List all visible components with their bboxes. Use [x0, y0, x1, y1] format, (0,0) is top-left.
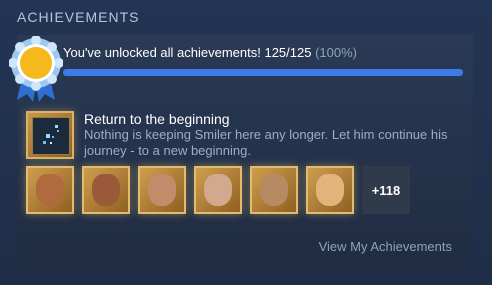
gears-face-icon[interactable]	[250, 166, 298, 214]
two-faces-icon[interactable]	[26, 166, 74, 214]
portrait-face	[92, 174, 120, 206]
progress-percent: (100%)	[315, 45, 358, 60]
portrait-face	[316, 174, 344, 206]
perfect-game-medal-icon	[9, 36, 63, 102]
portrait-face	[204, 174, 232, 206]
featured-achievement-title: Return to the beginning	[84, 111, 230, 127]
section-title: ACHIEVEMENTS	[17, 9, 140, 25]
view-achievements-link[interactable]: View My Achievements	[319, 239, 452, 254]
featured-achievement-icon[interactable]	[26, 111, 74, 159]
woman-face-icon[interactable]	[306, 166, 354, 214]
progress-bar	[63, 69, 463, 76]
portrait-face	[36, 174, 64, 206]
two-faces-icon[interactable]	[82, 166, 130, 214]
progress-text: You've unlocked all achievements! 125/12…	[63, 45, 357, 60]
more-achievements-badge[interactable]: +118	[362, 166, 410, 214]
old-man-icon[interactable]	[194, 166, 242, 214]
portrait-face	[148, 174, 176, 206]
featured-achievement-description: Nothing is keeping Smiler here any longe…	[84, 127, 448, 158]
achievement-thumbnails: +118	[26, 166, 410, 214]
helmet-face-icon[interactable]	[138, 166, 186, 214]
progress-label: You've unlocked all achievements! 125/12…	[63, 45, 312, 60]
progress-bar-fill	[63, 69, 463, 76]
portrait-face	[260, 174, 288, 206]
sparkle-icon	[43, 125, 59, 144]
